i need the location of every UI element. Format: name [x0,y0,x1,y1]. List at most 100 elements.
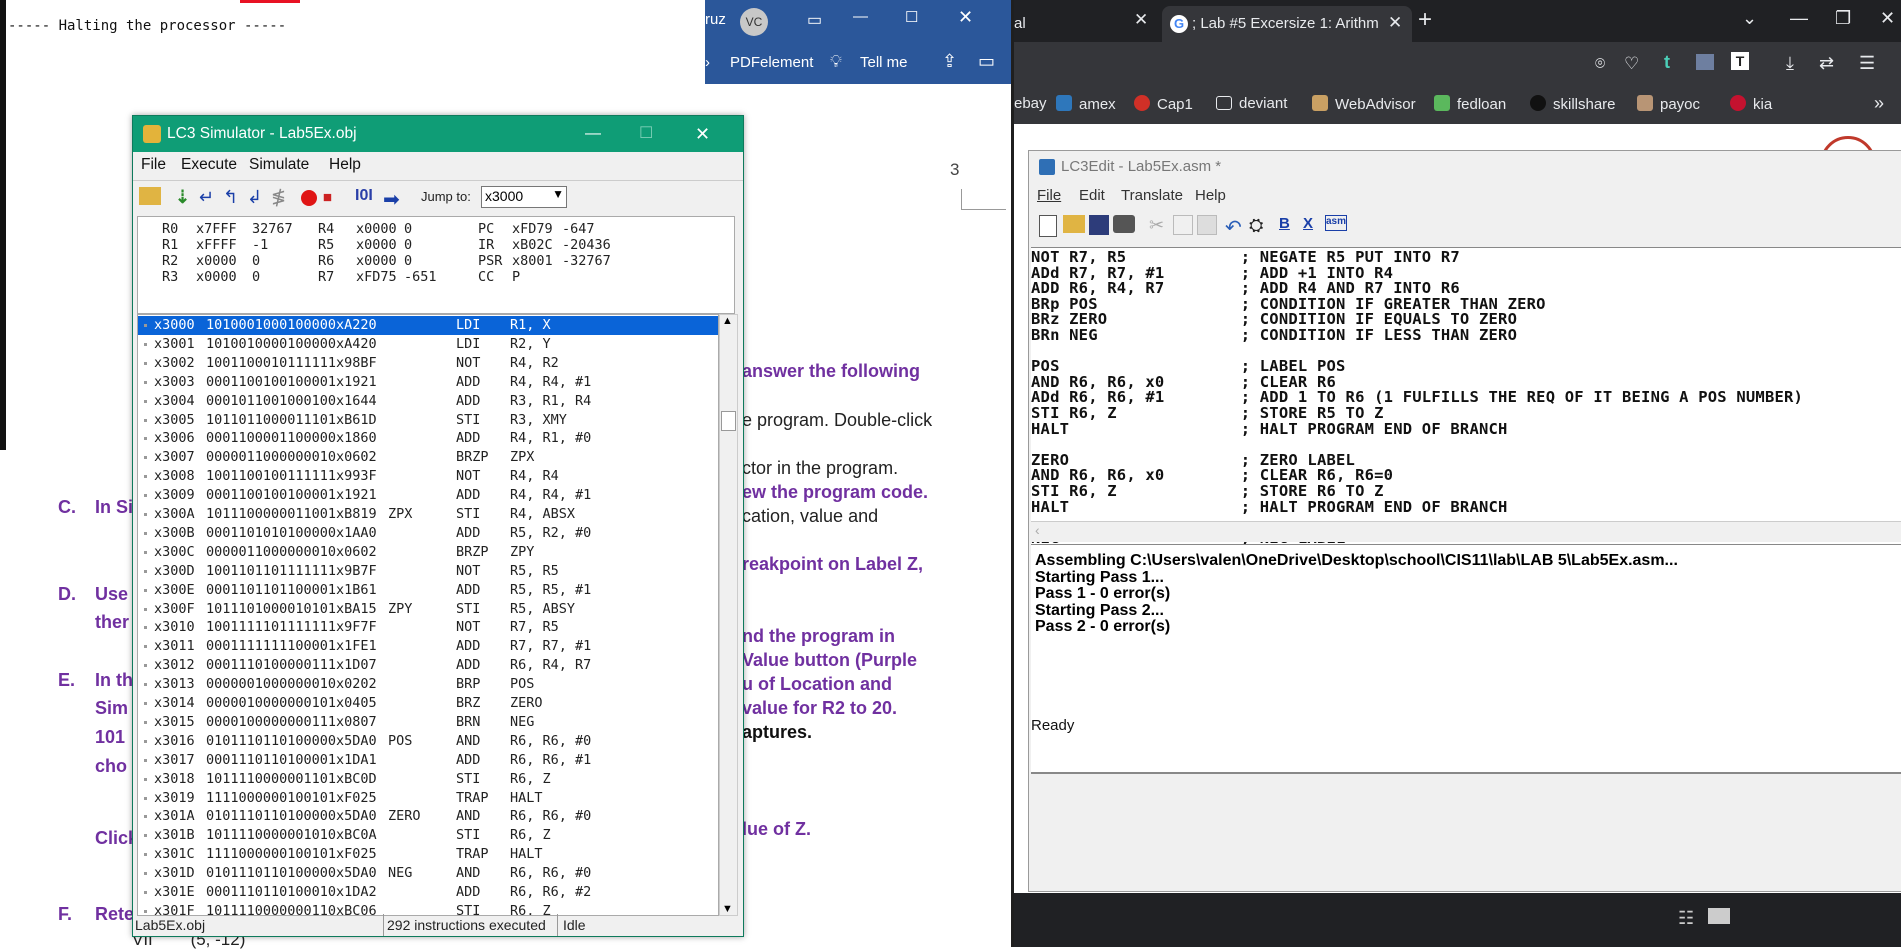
memory-scrollbar[interactable]: ▲ ▼ [719,314,738,916]
memory-row[interactable]: x3007 0000011000000010 x0602 BRZP ZPX [138,448,718,467]
step-into-icon[interactable]: ⇣ [175,187,197,209]
breakpoint-marker[interactable] [144,342,147,346]
memory-icon[interactable]: I0I [355,187,377,209]
paste-icon[interactable] [1197,215,1217,235]
step-out-icon[interactable]: ↰ [223,187,245,209]
new-file-icon[interactable] [1039,215,1057,237]
breakpoint-marker[interactable] [144,399,147,403]
chevron-down-icon[interactable]: ▼ [552,187,564,201]
jump-combobox[interactable]: x3000 ▼ [481,186,567,208]
breakpoint-marker[interactable] [144,796,147,800]
bookmarks-overflow-icon[interactable]: » [1874,93,1884,114]
bookmark-fedloan[interactable]: fedloan [1434,95,1506,113]
list-icon[interactable]: ☷ [1678,908,1694,929]
bookmark-kia[interactable]: kia [1730,95,1772,113]
memory-row[interactable]: x301E 0001110110100010 x1DA2 ADD R6, R6, #2 [138,883,718,902]
bookmark-payoc[interactable]: payoc [1637,95,1700,113]
breakpoint-marker[interactable] [144,456,147,460]
memory-row[interactable]: x301B 1011110000001010 xBC0A STI R6, Z [138,826,718,845]
breakpoint-marker[interactable] [144,437,147,441]
open-folder-icon[interactable] [1063,215,1085,233]
breakpoint-marker[interactable] [144,853,147,857]
ribbon-display-icon[interactable]: ▭ [807,10,822,30]
memory-view[interactable]: x3000 1010001000100000 xA220 LDI R1, X x3001 1… [137,314,719,916]
memory-row[interactable]: x3003 0001100100100001 x1921 ADD R4, R4, #1 [138,373,718,392]
memory-row[interactable]: x3013 0000001000000010 x0202 BRP POS [138,675,718,694]
ribbon-pdfelement[interactable]: PDFelement [730,54,813,71]
scroll-thumb[interactable] [721,411,736,431]
menu-simulate[interactable]: Simulate [249,152,309,178]
download-icon[interactable]: ⤓ [1786,53,1794,74]
breakpoint-marker[interactable] [144,645,147,649]
memory-row[interactable]: x300B 0001101010100000 x1AA0 ADD R5, R2, #0 [138,524,718,543]
breakpoint-marker[interactable] [144,418,147,422]
memory-row[interactable]: x301D 0101110110100000 x5DA0 NEG AND R6, R6, … [138,864,718,883]
bookmark-skillshare[interactable]: skillshare [1530,95,1616,113]
assemble-asm-icon[interactable]: asm [1325,215,1347,231]
memory-row[interactable]: x3000 1010001000100000 xA220 LDI R1, X [138,316,718,335]
memory-row[interactable]: x3019 1111000000100101 xF025 TRAP HALT [138,789,718,808]
close-tab-icon[interactable]: ✕ [1134,10,1148,30]
camera-icon[interactable]: ⌾ [1595,54,1605,74]
menu-help[interactable]: Help [329,152,361,178]
tumblr-icon[interactable]: t [1664,52,1670,73]
breakpoint-marker[interactable] [144,683,147,687]
assemble-x-icon[interactable]: X [1303,215,1325,237]
new-tab-icon[interactable]: + [1418,6,1432,34]
undo-icon[interactable]: ↶ [1225,215,1247,239]
bookmark-cap1[interactable]: Cap1 [1134,95,1193,113]
print-icon[interactable] [1113,215,1135,233]
breakpoint-marker[interactable] [144,758,147,762]
memory-row[interactable]: x301A 0101110110100000 x5DA0 ZERO AND R6, R6,… [138,807,718,826]
memory-row[interactable]: x300F 1011101000010101 xBA15 ZPY STI R5, ABSY [138,600,718,619]
breakpoint-marker[interactable] [144,702,147,705]
breakpoint-marker[interactable] [144,777,147,781]
memory-row[interactable]: x300E 0001101101100001 x1B61 ADD R5, R5, #1 [138,581,718,600]
breakpoint-marker[interactable] [144,872,147,876]
breakpoint-marker[interactable] [144,361,147,365]
extension-icon[interactable]: ⇄ [1819,53,1834,74]
breakpoint-marker[interactable] [144,475,147,479]
breakpoint-marker[interactable] [144,815,147,819]
extension-t-icon[interactable]: T [1731,52,1749,70]
scroll-left-icon[interactable]: ‹ [1035,522,1040,538]
step-over-icon[interactable]: ↵ [199,187,221,209]
memory-row[interactable]: x3004 0001011001000100 x1644 ADD R3, R1, R4 [138,392,718,411]
memory-row[interactable]: x3017 0001110110100001 x1DA1 ADD R6, R6, #1 [138,751,718,770]
jump-arrow-icon[interactable]: ➡ [383,187,405,211]
assemble-b-icon[interactable]: B [1279,215,1301,237]
heart-icon[interactable]: ♡ [1624,54,1639,74]
tab-search-icon[interactable]: ⌄ [1742,8,1757,29]
minimize-icon[interactable]: — [585,116,601,152]
comments-icon[interactable]: ▭ [978,51,995,72]
memory-row[interactable]: x3009 0001100100100001 x1921 ADD R4, R4, #1 [138,486,718,505]
scroll-up-icon[interactable]: ▲ [722,315,733,327]
breakpoint-marker[interactable] [144,891,147,894]
editor-hscrollbar[interactable]: ‹ [1031,521,1901,542]
memory-row[interactable]: x300C 0000011000000010 x0602 BRZP ZPY [138,543,718,562]
memory-row[interactable]: x3012 0001110100000111 x1D07 ADD R6, R4, R7 [138,656,718,675]
breakpoint-marker[interactable] [144,834,147,838]
clear-breakpoints-icon[interactable]: ≸ [271,187,293,209]
restore-icon[interactable]: ❐ [1835,8,1851,29]
memory-row[interactable]: x3016 0101110110100000 x5DA0 POS AND R6, R6, … [138,732,718,751]
menu-edit[interactable]: Edit [1079,187,1105,204]
memory-row[interactable]: x300A 1011100000011001 xB819 ZPX STI R4, ABSX [138,505,718,524]
breakpoint-marker[interactable] [144,494,147,498]
memory-row[interactable]: x3011 0001111111100001 x1FE1 ADD R7, R7, #1 [138,637,718,656]
memory-row[interactable]: x3008 1001100100111111 x993F NOT R4, R4 [138,467,718,486]
bookmark-ebay[interactable]: ebay [1014,95,1047,112]
memory-row[interactable]: x3018 1011110000001101 xBC0D STI R6, Z [138,770,718,789]
menu-translate[interactable]: Translate [1121,187,1183,204]
maximize-icon[interactable]: ☐ [905,8,918,26]
open-icon[interactable] [139,187,161,205]
bookmark-deviant[interactable]: deviant [1216,95,1287,112]
memory-row[interactable]: x3015 0000100000000111 x0807 BRN NEG [138,713,718,732]
share-icon[interactable]: ⇪ [942,51,957,72]
memory-row[interactable]: x3010 1001111101111111 x9F7F NOT R7, R5 [138,618,718,637]
menu-file[interactable]: File [1037,187,1061,204]
close-icon[interactable]: ✕ [958,7,973,28]
close-tab-icon[interactable]: ✕ [1388,13,1402,33]
breakpoint-marker[interactable] [144,380,147,384]
bookmark-amex[interactable]: amex [1056,95,1116,113]
